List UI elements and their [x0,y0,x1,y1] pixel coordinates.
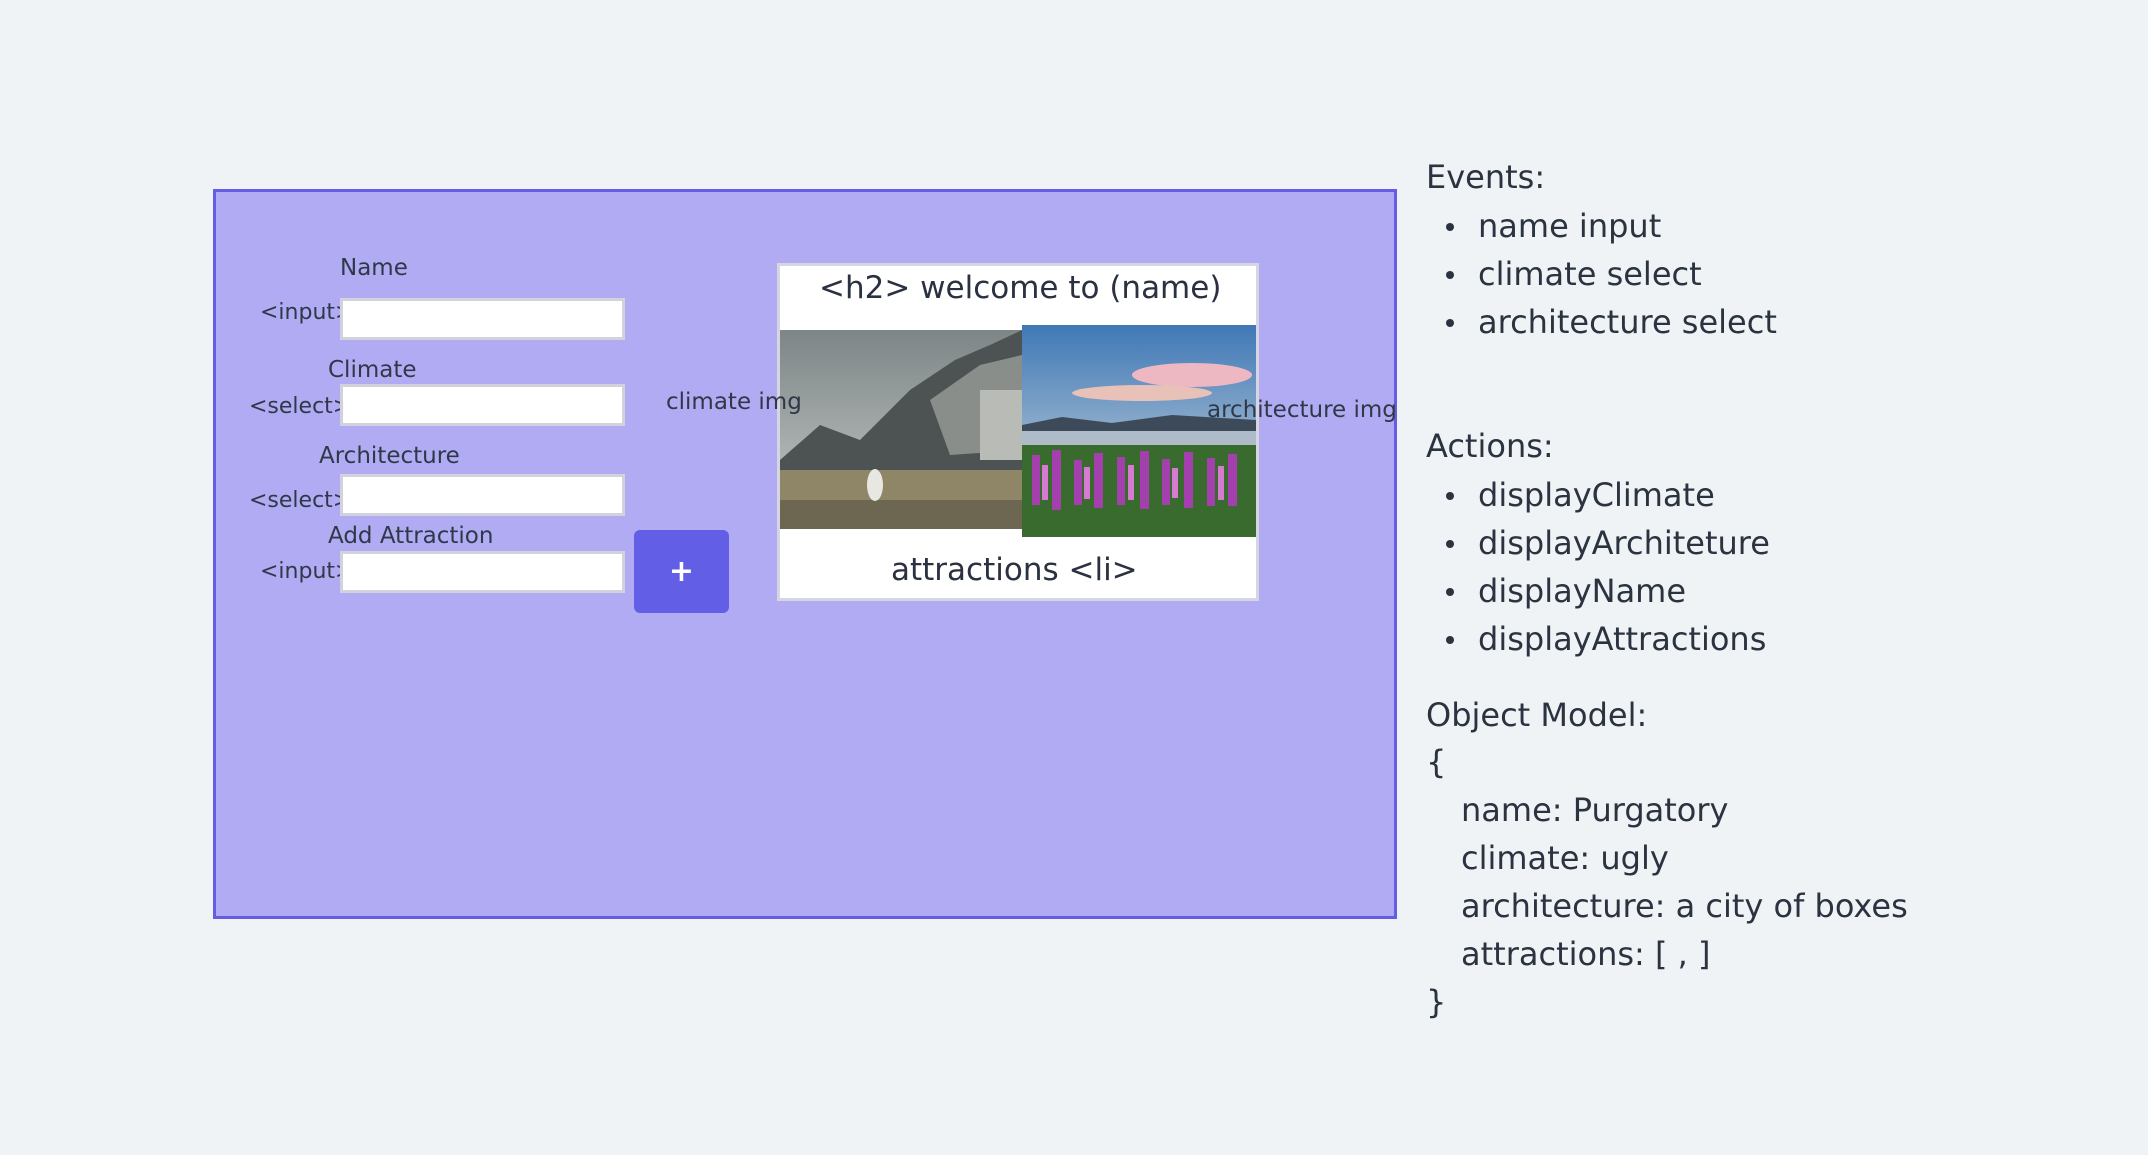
events-heading: Events: [1426,158,1546,196]
climate-image [780,330,1022,529]
object-field: architecture: a city of boxes [1461,887,1908,925]
add-button-label: + [668,554,695,589]
list-item: name input [1426,202,1777,250]
architecture-img-label: architecture img [1207,397,1397,423]
actions-heading: Actions: [1426,427,1554,465]
climate-label: Climate [328,357,417,383]
list-item: displayClimate [1426,471,1770,519]
list-item: displayName [1426,567,1770,615]
object-field: name: Purgatory [1461,791,1729,829]
list-item: climate select [1426,250,1777,298]
object-field: attractions: [ , ] [1461,935,1711,973]
object-open-brace: { [1426,743,1447,781]
attraction-input[interactable] [340,551,625,593]
object-field: climate: ugly [1461,839,1669,877]
actions-list: displayClimate displayArchiteture displa… [1426,471,1770,663]
object-close-brace: } [1426,983,1447,1021]
architecture-select-tag: <select> [249,488,352,513]
list-item: displayArchiteture [1426,519,1770,567]
attractions-list-label: attractions <li> [891,552,1138,588]
climate-select-tag: <select> [249,394,352,419]
list-item: architecture select [1426,298,1777,346]
architecture-select[interactable] [340,474,625,516]
events-list: name input climate select architecture s… [1426,202,1777,346]
add-attraction-button[interactable]: + [634,530,729,613]
climate-select[interactable] [340,384,625,426]
climate-img-label: climate img [666,389,802,415]
name-input[interactable] [340,298,625,340]
architecture-label: Architecture [319,443,460,469]
preview-title: <h2> welcome to (name) [819,270,1222,306]
object-model-heading: Object Model: [1426,696,1648,734]
list-item: displayAttractions [1426,615,1770,663]
architecture-image [1022,325,1256,537]
add-attraction-label: Add Attraction [328,523,494,549]
name-label: Name [340,255,408,281]
